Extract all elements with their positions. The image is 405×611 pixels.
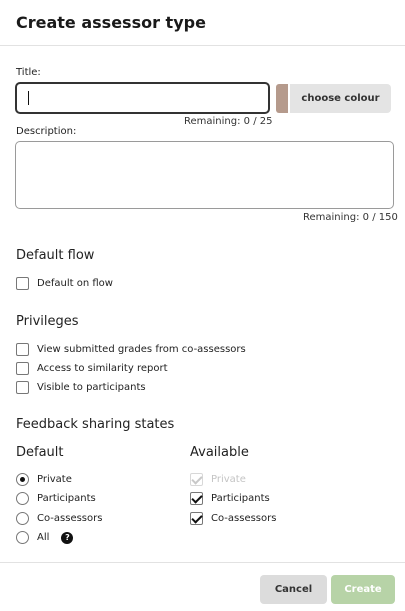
available-coassessors-label: Co-assessors xyxy=(211,513,277,524)
question-circle-icon[interactable]: ? xyxy=(61,531,74,544)
available-coassessors-checkbox[interactable] xyxy=(190,512,203,525)
colour-swatch[interactable] xyxy=(276,84,288,113)
visible-participants-label: Visible to participants xyxy=(37,382,146,393)
available-participants-option[interactable]: Participants xyxy=(190,492,270,505)
default-all-option[interactable]: All ? xyxy=(16,531,74,544)
title-remaining: Remaining: 0 / 25 xyxy=(184,116,273,127)
default-on-flow-checkbox[interactable] xyxy=(16,277,29,290)
description-remaining: Remaining: 0 / 150 xyxy=(303,212,398,223)
default-all-label: All xyxy=(37,532,50,543)
create-button[interactable]: Create xyxy=(331,575,395,604)
available-participants-checkbox[interactable] xyxy=(190,492,203,505)
available-private-option: Private xyxy=(190,473,246,486)
default-participants-radio[interactable] xyxy=(16,492,29,505)
visible-participants-checkbox[interactable] xyxy=(16,381,29,394)
dialog-header: Create assessor type xyxy=(0,0,405,46)
available-participants-label: Participants xyxy=(211,493,270,504)
description-label: Description: xyxy=(16,126,77,137)
privilege-visible-participants[interactable]: Visible to participants xyxy=(16,381,146,394)
view-grades-checkbox[interactable] xyxy=(16,343,29,356)
default-flow-heading: Default flow xyxy=(16,248,95,263)
title-label: Title: xyxy=(16,67,41,78)
default-coassessors-option[interactable]: Co-assessors xyxy=(16,512,102,525)
default-all-radio[interactable] xyxy=(16,531,29,544)
view-grades-label: View submitted grades from co-assessors xyxy=(37,344,246,355)
privilege-similarity-report[interactable]: Access to similarity report xyxy=(16,362,168,375)
privilege-view-grades[interactable]: View submitted grades from co-assessors xyxy=(16,343,246,356)
default-private-option[interactable]: Private xyxy=(16,473,72,486)
title-input[interactable] xyxy=(15,82,270,114)
choose-colour-button[interactable]: choose colour xyxy=(290,84,391,113)
dialog-footer: Cancel Create xyxy=(0,562,405,611)
text-caret xyxy=(28,91,29,105)
description-textarea[interactable] xyxy=(15,141,394,209)
feedback-sharing-heading: Feedback sharing states xyxy=(16,417,175,432)
default-coassessors-radio[interactable] xyxy=(16,512,29,525)
available-private-label: Private xyxy=(211,474,246,485)
dialog-title: Create assessor type xyxy=(16,13,206,32)
available-private-checkbox xyxy=(190,473,203,486)
default-coassessors-label: Co-assessors xyxy=(37,513,103,524)
cancel-button[interactable]: Cancel xyxy=(260,575,327,604)
privileges-heading: Privileges xyxy=(16,314,79,329)
similarity-report-label: Access to similarity report xyxy=(37,363,168,374)
default-column-heading: Default xyxy=(16,445,64,460)
default-private-label: Private xyxy=(37,474,72,485)
default-participants-option[interactable]: Participants xyxy=(16,492,96,505)
default-on-flow-option[interactable]: Default on flow xyxy=(16,277,113,290)
default-participants-label: Participants xyxy=(37,493,96,504)
default-on-flow-label: Default on flow xyxy=(37,278,113,289)
available-column-heading: Available xyxy=(190,445,249,460)
available-coassessors-option[interactable]: Co-assessors xyxy=(190,512,276,525)
similarity-report-checkbox[interactable] xyxy=(16,362,29,375)
default-private-radio[interactable] xyxy=(16,473,29,486)
